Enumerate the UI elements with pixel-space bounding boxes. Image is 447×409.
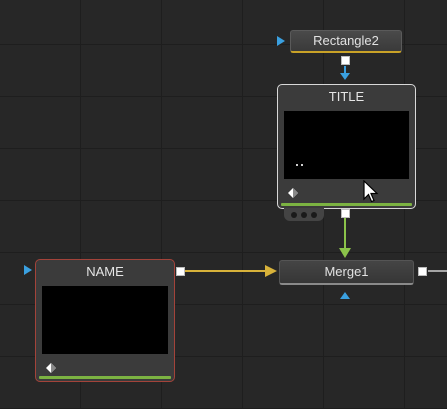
node-name-label: NAME (86, 264, 124, 279)
wire-title-arrow (339, 248, 351, 258)
title-output-port[interactable] (341, 209, 350, 218)
node-name-status-strip (39, 376, 171, 379)
node-title-preview (284, 111, 409, 179)
node-editor-canvas[interactable]: Rectangle2 TITLE NAME Merge1 (0, 0, 447, 409)
view-toggle-diamond-icon[interactable] (288, 188, 298, 198)
node-name[interactable]: NAME (35, 259, 175, 382)
node-name-preview (42, 286, 168, 354)
view-toggle-diamond-icon[interactable] (46, 363, 56, 373)
node-title-more-options[interactable] (284, 208, 324, 221)
node-title-status-strip (281, 203, 412, 206)
name-input-arrow-icon[interactable] (24, 265, 32, 275)
merge-output-port[interactable] (418, 267, 427, 276)
node-rectangle2-label: Rectangle2 (313, 33, 379, 48)
node-merge1[interactable]: Merge1 (279, 260, 414, 285)
node-merge1-label: Merge1 (324, 264, 369, 279)
node-rectangle2[interactable]: Rectangle2 (290, 30, 402, 53)
node-title[interactable]: TITLE (277, 84, 416, 209)
rectangle-output-port[interactable] (341, 56, 350, 65)
rectangle-input-arrow-icon[interactable] (277, 36, 285, 46)
mouse-cursor-icon (363, 180, 379, 203)
wire-name-arrow (265, 265, 277, 277)
name-output-port[interactable] (176, 267, 185, 276)
title-input-arrow-icon[interactable] (340, 73, 350, 80)
merge-mask-input-arrow-icon[interactable] (340, 292, 350, 299)
node-title-label: TITLE (328, 89, 365, 104)
